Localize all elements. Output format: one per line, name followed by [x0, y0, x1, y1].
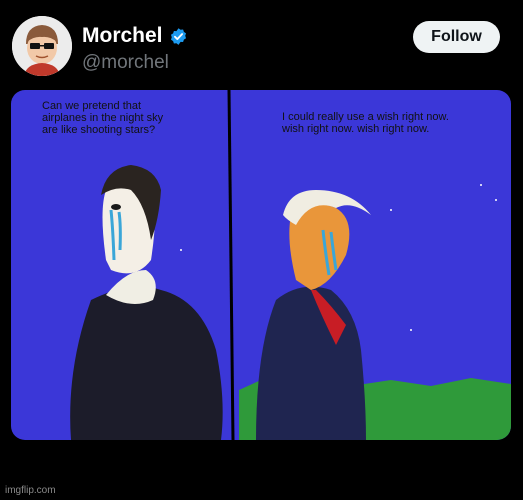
avatar-illustration: [12, 16, 72, 76]
follow-button[interactable]: Follow: [413, 21, 500, 53]
post-header: Morchel @morchel Follow: [0, 0, 523, 90]
user-handle[interactable]: @morchel: [82, 52, 169, 74]
left-panel-caption: Can we pretend that airplanes in the nig…: [42, 100, 164, 136]
right-panel-caption: I could really use a wish right now. wis…: [282, 111, 449, 135]
comic-image: Can we pretend that airplanes in the nig…: [11, 90, 511, 440]
name-row: Morchel: [82, 24, 188, 48]
verified-badge-icon: [170, 27, 186, 45]
comic-illustration: [11, 90, 511, 440]
display-name[interactable]: Morchel: [82, 24, 163, 48]
watermark: imgflip.com: [5, 485, 56, 496]
user-avatar[interactable]: [12, 16, 72, 76]
bottom-bar: [0, 440, 523, 475]
